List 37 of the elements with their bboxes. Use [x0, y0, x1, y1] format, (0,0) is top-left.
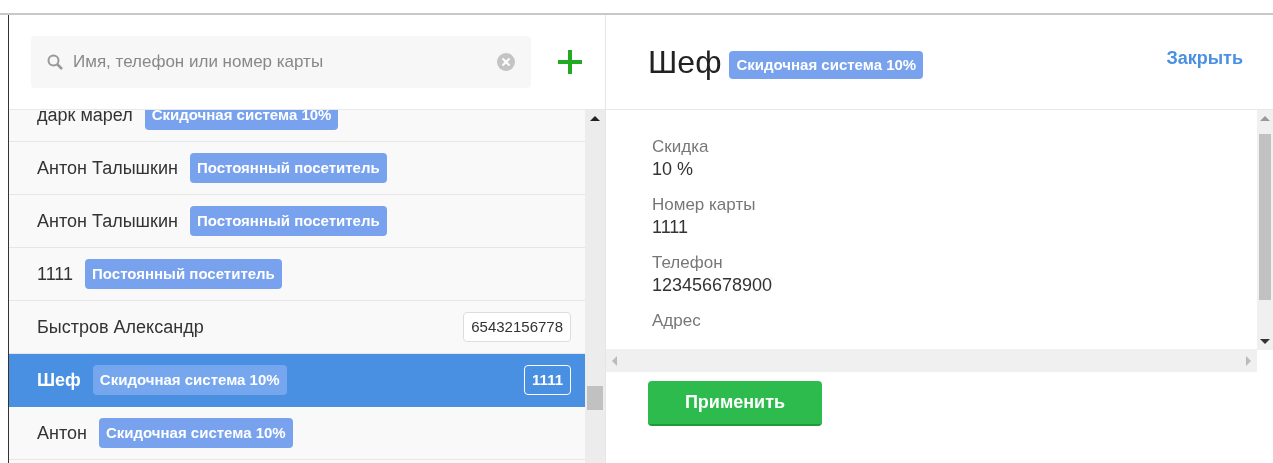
client-row[interactable]: Антон Талышкин Постоянный посетитель [9, 142, 585, 195]
client-row[interactable]: дарк марел Скидочная система 10% [9, 110, 585, 142]
field-label: Скидка [652, 136, 710, 158]
field-label: Телефон [652, 252, 724, 274]
search-field[interactable]: Имя, телефон или номер карты [73, 49, 487, 75]
card-number: 1111 [524, 364, 571, 396]
vertical-scrollbar[interactable] [1257, 110, 1273, 350]
client-tag: Скидочная система 10% [98, 417, 293, 449]
client-tag: Постоянный посетитель [189, 205, 387, 237]
client-name: Антон Талышкин [37, 209, 178, 233]
client-title: Шеф [648, 43, 722, 82]
client-tag: Постоянный посетитель [85, 258, 282, 290]
field-value: 10 % [652, 158, 695, 180]
client-name: Антон Талышкин [37, 156, 178, 180]
horizontal-scrollbar[interactable] [606, 349, 1257, 372]
client-name: 1111 [37, 262, 74, 286]
field-value: 1111 [652, 216, 690, 238]
client-tag: Постоянный посетитель [189, 152, 387, 184]
client-row[interactable]: Антон Талышкин Постоянный посетитель [9, 195, 585, 248]
scrollbar[interactable] [585, 110, 605, 463]
client-name: Быстров Александр [37, 315, 204, 339]
client-row[interactable]: 1111 Постоянный посетитель [9, 248, 585, 301]
search-icon [47, 54, 63, 70]
add-icon[interactable] [557, 49, 583, 75]
card-number: 65432156778 [463, 311, 571, 343]
client-tag: Скидочная система 10% [144, 110, 339, 131]
client-name: Шеф [37, 368, 81, 392]
client-name: дарк марел [37, 110, 133, 127]
client-name: Антон [37, 421, 87, 445]
field-value: 123456678900 [652, 274, 774, 296]
client-tag: Скидочная система 10% [729, 50, 924, 80]
client-row[interactable]: Антон Скидочная система 10% [9, 407, 585, 460]
client-tag: Скидочная система 10% [92, 364, 287, 396]
search-bar[interactable]: Имя, телефон или номер карты [31, 36, 531, 88]
field-label: Номер карты [652, 194, 757, 216]
field-label: Адрес [652, 310, 702, 332]
clear-icon[interactable] [497, 53, 515, 71]
